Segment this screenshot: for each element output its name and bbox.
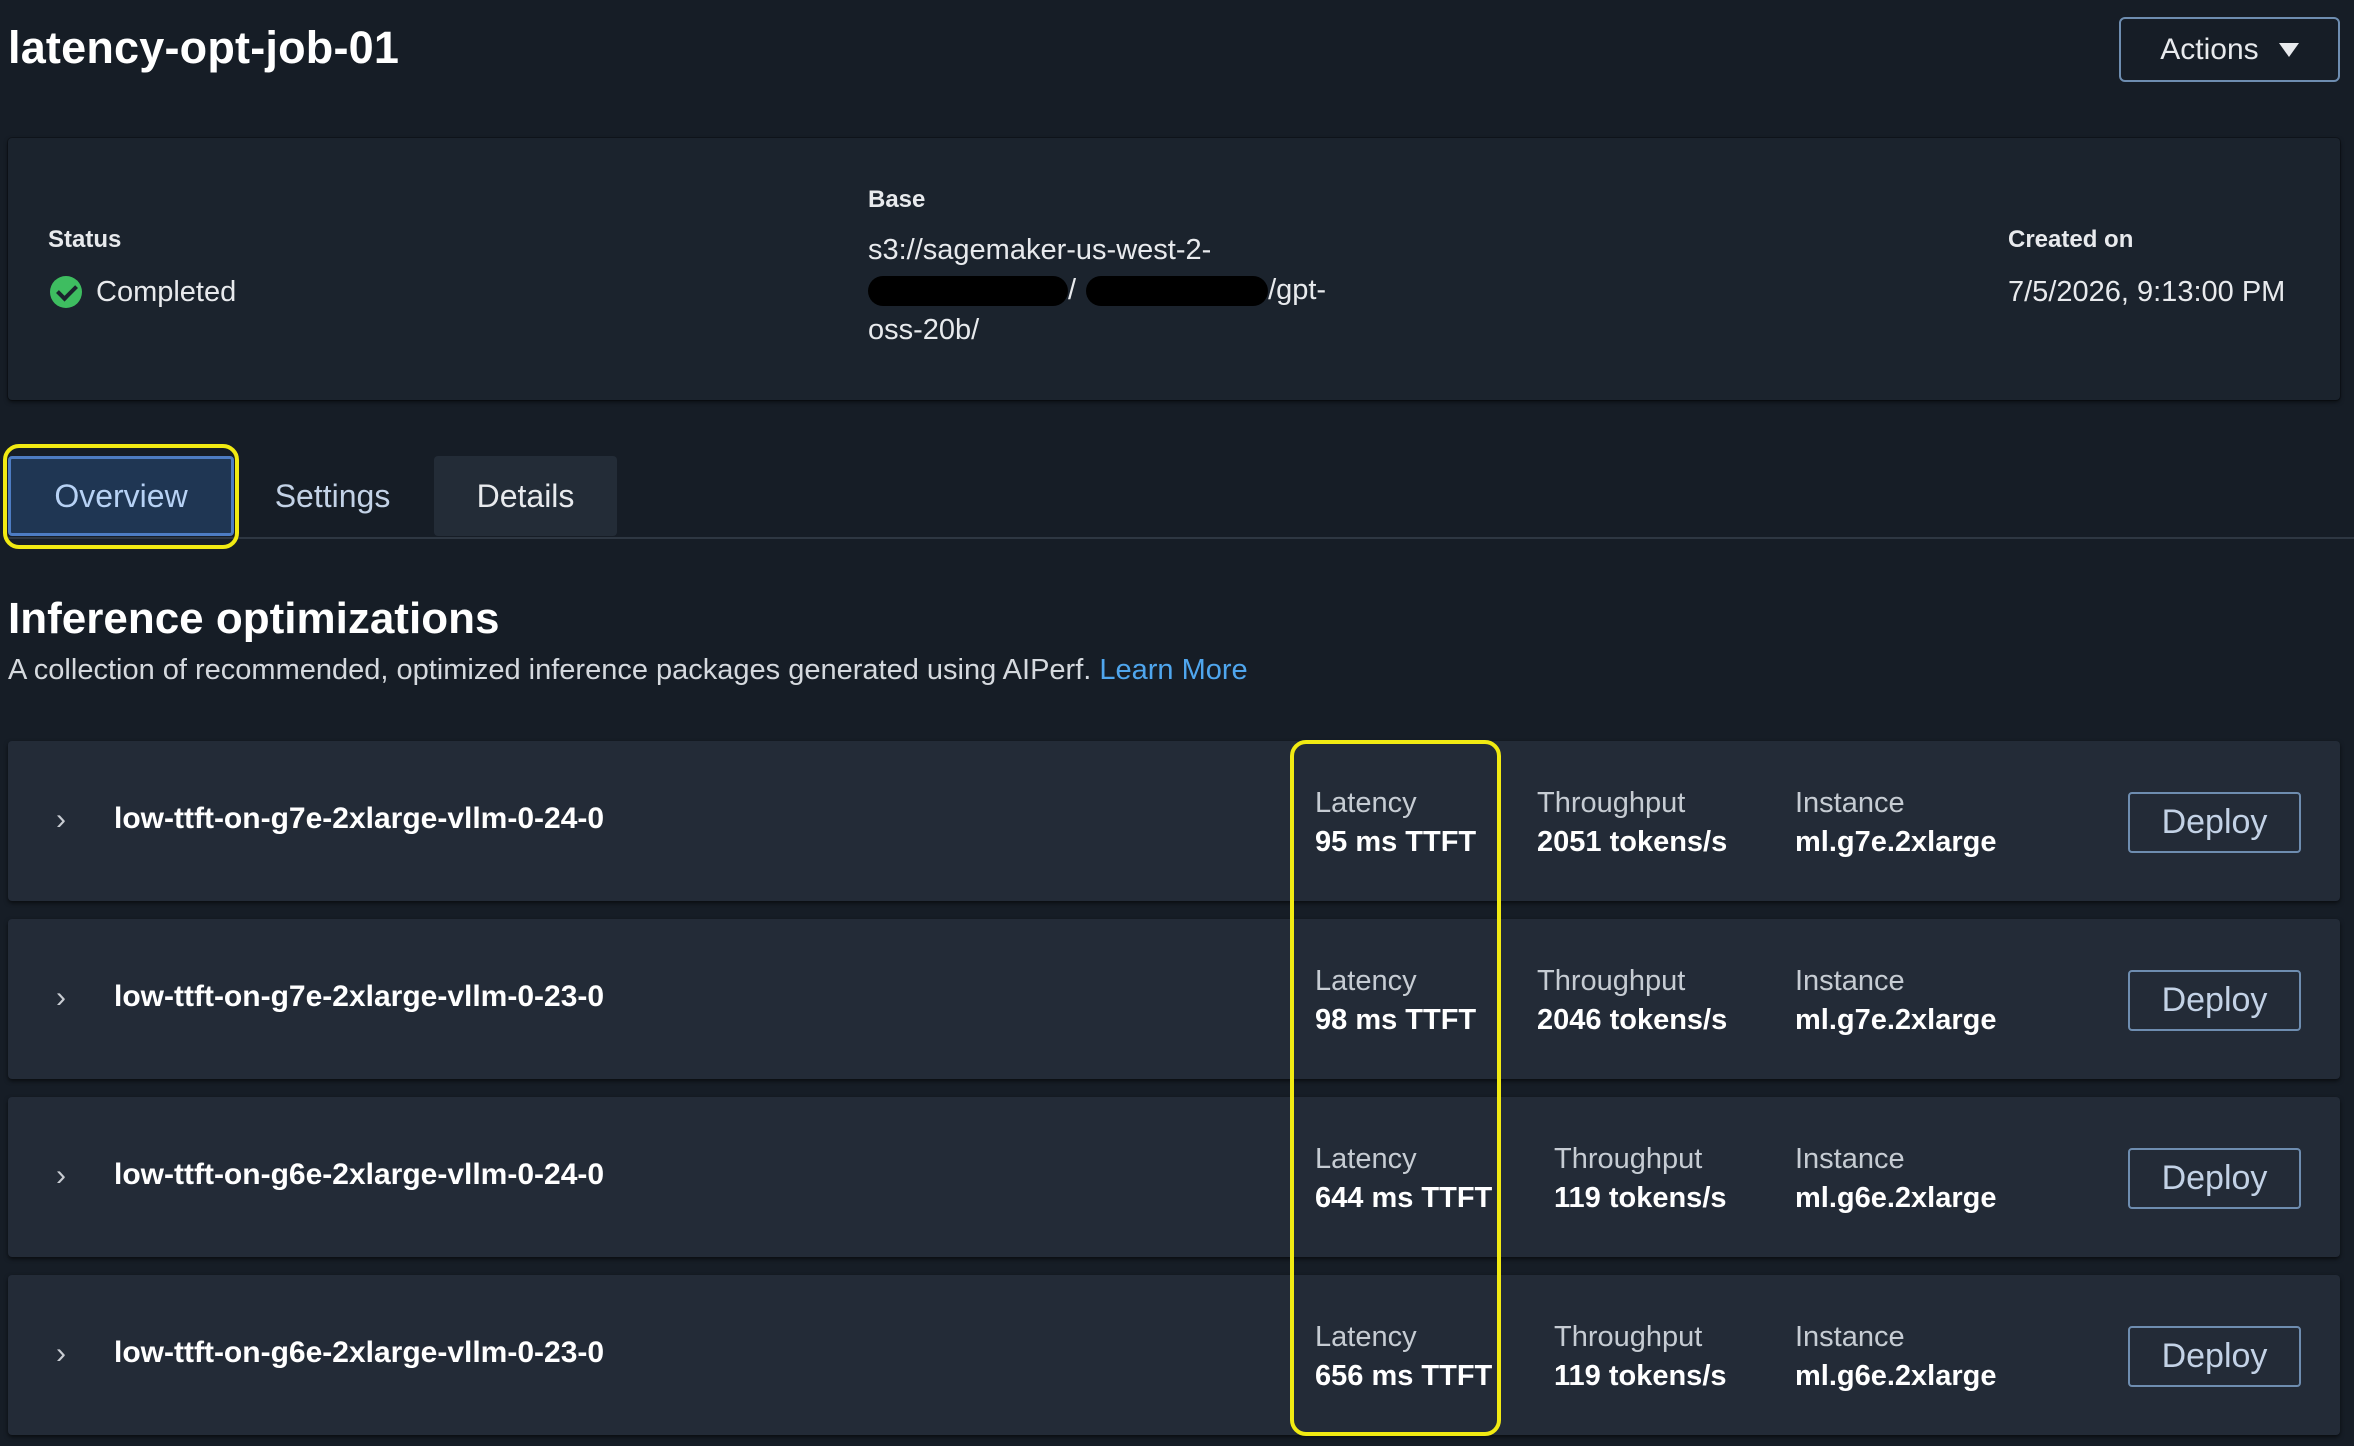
throughput-value: 2046 tokens/s [1537, 1004, 1728, 1036]
throughput-value: 2051 tokens/s [1537, 826, 1728, 858]
instance-value: ml.g7e.2xlarge [1795, 1004, 1997, 1036]
tab-overview[interactable]: Overview [8, 456, 234, 536]
instance-label: Instance [1795, 1143, 1905, 1175]
instance-value: ml.g6e.2xlarge [1795, 1182, 1997, 1214]
deploy-button[interactable]: Deploy [2128, 970, 2301, 1031]
throughput-label: Throughput [1537, 965, 1686, 997]
redacted-bucket [868, 276, 1068, 307]
instance-label: Instance [1795, 1321, 1905, 1353]
instance-label: Instance [1795, 965, 1905, 997]
package-name: low-ttft-on-g6e-2xlarge-vllm-0-23-0 [114, 1336, 605, 1369]
latency-label: Latency [1315, 965, 1417, 997]
latency-value: 95 ms TTFT [1315, 826, 1477, 858]
package-name: low-ttft-on-g7e-2xlarge-vllm-0-24-0 [114, 802, 605, 835]
status-label: Status [48, 226, 122, 253]
chevron-right-icon[interactable]: › [56, 981, 66, 1015]
deploy-button[interactable]: Deploy [2128, 792, 2301, 853]
section-description-text: A collection of recommended, optimized i… [8, 654, 1092, 686]
base-path-separator: / [1068, 274, 1077, 306]
instance-label: Instance [1795, 787, 1905, 819]
base-path-line3: oss-20b/ [868, 314, 980, 346]
instance-value: ml.g6e.2xlarge [1795, 1360, 1997, 1392]
list-item[interactable]: › low-ttft-on-g7e-2xlarge-vllm-0-23-0 La… [8, 919, 2340, 1079]
list-item[interactable]: › low-ttft-on-g7e-2xlarge-vllm-0-24-0 La… [8, 741, 2340, 901]
package-name: low-ttft-on-g7e-2xlarge-vllm-0-23-0 [114, 980, 605, 1013]
list-item[interactable]: › low-ttft-on-g6e-2xlarge-vllm-0-24-0 La… [8, 1097, 2340, 1257]
caret-down-icon [2278, 42, 2299, 57]
section-description: A collection of recommended, optimized i… [8, 654, 1248, 687]
deploy-button[interactable]: Deploy [2128, 1326, 2301, 1387]
instance-value: ml.g7e.2xlarge [1795, 826, 1997, 858]
redacted-account [1086, 276, 1269, 307]
latency-value: 98 ms TTFT [1315, 1004, 1477, 1036]
throughput-label: Throughput [1554, 1143, 1703, 1175]
base-path-suffix: /gpt- [1268, 274, 1327, 306]
latency-value: 656 ms TTFT [1315, 1360, 1493, 1392]
throughput-label: Throughput [1537, 787, 1686, 819]
learn-more-link[interactable]: Learn More [1099, 654, 1247, 686]
chevron-right-icon[interactable]: › [56, 1159, 66, 1193]
summary-panel: Status Completed Base s3://sagemaker-us-… [8, 138, 2340, 400]
list-item[interactable]: › low-ttft-on-g6e-2xlarge-vllm-0-23-0 La… [8, 1275, 2340, 1435]
throughput-value: 119 tokens/s [1554, 1360, 1727, 1392]
job-detail-page: latency-opt-job-01 Actions Status Comple… [0, 0, 2354, 1446]
actions-label: Actions [2160, 32, 2259, 66]
tabs-divider [8, 537, 2354, 539]
actions-button[interactable]: Actions [2119, 17, 2340, 82]
latency-label: Latency [1315, 1321, 1417, 1353]
created-label: Created on [2008, 226, 2134, 253]
deploy-button[interactable]: Deploy [2128, 1148, 2301, 1209]
base-path-line1: s3://sagemaker-us-west-2- [868, 234, 1212, 266]
tab-settings[interactable]: Settings [245, 456, 420, 536]
throughput-label: Throughput [1554, 1321, 1703, 1353]
page-title: latency-opt-job-01 [8, 22, 400, 73]
tab-details[interactable]: Details [434, 456, 617, 536]
base-label: Base [868, 186, 926, 213]
check-circle-icon [50, 276, 82, 308]
status-value: Completed [96, 276, 237, 308]
chevron-right-icon[interactable]: › [56, 1337, 66, 1371]
base-path-line2: / /gpt- [868, 270, 1326, 310]
throughput-value: 119 tokens/s [1554, 1182, 1727, 1214]
chevron-right-icon[interactable]: › [56, 803, 66, 837]
latency-label: Latency [1315, 787, 1417, 819]
section-title: Inference optimizations [8, 594, 500, 643]
latency-value: 644 ms TTFT [1315, 1182, 1493, 1214]
package-name: low-ttft-on-g6e-2xlarge-vllm-0-24-0 [114, 1158, 605, 1191]
created-value: 7/5/2026, 9:13:00 PM [2008, 276, 2286, 308]
latency-label: Latency [1315, 1143, 1417, 1175]
